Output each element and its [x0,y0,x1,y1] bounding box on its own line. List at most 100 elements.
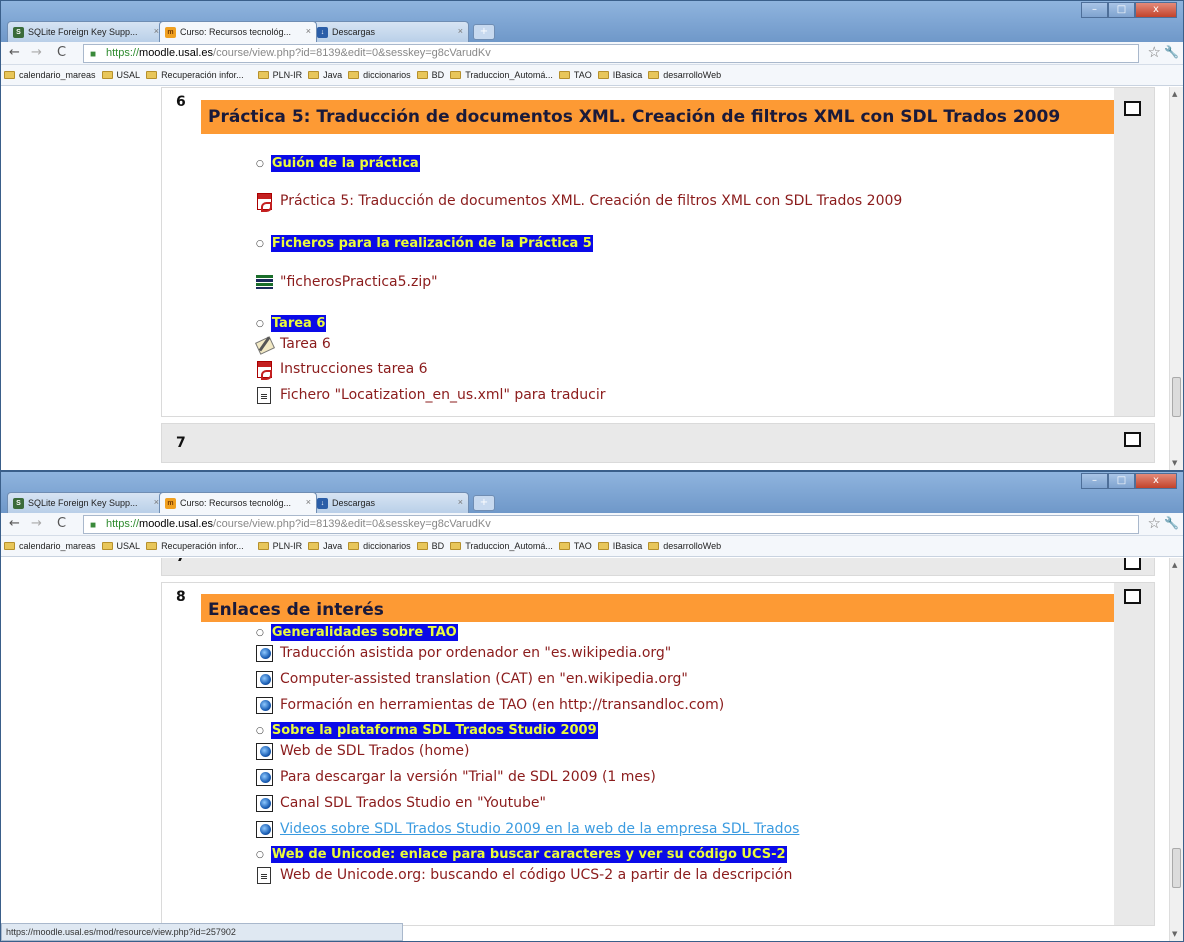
url-link[interactable]: Canal SDL Trados Studio en "Youtube" [254,794,546,812]
resource-link[interactable]: Web de Unicode.org: buscando el código U… [254,866,792,884]
bookmark-folder[interactable]: diccionarios [348,70,411,80]
scroll-up-icon[interactable]: ▲ [1172,561,1177,569]
forward-icon[interactable]: → [31,516,42,531]
assignment-icon [254,335,274,353]
scroll-down-icon[interactable]: ▼ [1172,459,1177,467]
section-number: 7 [176,558,186,565]
resource-link[interactable]: Instrucciones tarea 6 [254,360,428,380]
tab-close-icon[interactable]: × [458,497,463,507]
maximize-button[interactable]: □ [1108,473,1135,489]
new-tab-button[interactable]: + [473,495,495,511]
url-link-visited[interactable]: Videos sobre SDL Trados Studio 2009 en l… [254,820,799,838]
url-link[interactable]: Para descargar la versión "Trial" de SDL… [254,768,656,786]
highlight-section-toggle[interactable] [1124,558,1141,570]
tab-close-icon[interactable]: × [458,26,463,36]
url-link[interactable]: Computer-assisted translation (CAT) en "… [254,670,688,688]
new-tab-button[interactable]: + [473,24,495,40]
folder-icon [348,542,360,550]
url-link[interactable]: Web de SDL Trados (home) [254,742,469,760]
tab-close-icon[interactable]: × [306,26,311,36]
bookmark-folder[interactable]: calendario_mareas [4,70,96,80]
tab-strip: S SQLite Foreign Key Supp... × m Curso: Rec… [7,492,495,513]
bookmark-folder[interactable]: Traduccion_Automá... [450,541,553,551]
scroll-down-icon[interactable]: ▼ [1172,930,1177,938]
bookmark-folder[interactable]: Recuperación infor... [146,541,244,551]
highlight-section-toggle[interactable] [1124,101,1141,116]
bookmark-folder[interactable]: diccionarios [348,541,411,551]
scroll-thumb[interactable] [1172,377,1181,417]
tab-sqlite[interactable]: S SQLite Foreign Key Supp... × [7,21,165,42]
bullet-icon: ○ [256,627,264,638]
back-icon[interactable]: ← [9,516,20,531]
wrench-menu-icon[interactable]: 🔧 [1164,516,1179,530]
tab-moodle-course[interactable]: m Curso: Recursos tecnológ... × [159,21,317,42]
sqlite-favicon-icon: S [13,497,24,509]
bookmark-folder[interactable]: TAO [558,70,592,80]
bookmark-folder[interactable]: desarrolloWeb [648,541,721,551]
downloads-favicon-icon: ↓ [317,26,328,38]
folder-icon [450,542,462,550]
section-number: 6 [176,94,186,110]
bookmark-folder[interactable]: Java [308,70,342,80]
bookmark-folder[interactable]: Recuperación infor... [146,70,244,80]
lock-icon: ■ [90,520,97,531]
bookmark-folder[interactable]: BD [416,541,444,551]
folder-icon [308,542,320,550]
assignment-link[interactable]: Tarea 6 [254,335,331,353]
web-link-icon [254,768,274,786]
bookmark-folder[interactable]: IBasica [597,541,643,551]
bookmark-folder[interactable]: Java [308,541,342,551]
bookmark-star-icon[interactable]: ☆ [1148,514,1161,532]
bookmark-folder[interactable]: Traduccion_Automá... [450,70,553,80]
resource-link[interactable]: "ficherosPractica5.zip" [254,273,438,291]
address-bar[interactable]: ■ https://moodle.usal.es/course/view.php… [83,44,1139,63]
bookmark-folder[interactable]: USAL [101,70,140,80]
bookmark-folder[interactable]: desarrolloWeb [648,70,721,80]
tab-moodle-course[interactable]: m Curso: Recursos tecnológ... × [159,492,317,513]
document-icon [254,866,274,884]
minimize-button[interactable]: – [1081,2,1108,18]
reload-icon[interactable]: C [57,45,66,60]
url-link[interactable]: Formación en herramientas de TAO (en htt… [254,696,724,714]
bookmark-folder[interactable]: TAO [558,541,592,551]
folder-icon [558,542,570,550]
url-link[interactable]: Traducción asistida por ordenador en "es… [254,644,671,662]
reload-icon[interactable]: C [57,516,66,531]
resource-link[interactable]: Práctica 5: Traducción de documentos XML… [254,192,902,212]
topic-label: Web de Unicode: enlace para buscar carac… [270,846,787,863]
bookmark-label: Traduccion_Automá... [465,70,553,80]
bookmark-label: desarrolloWeb [663,70,722,80]
resource-link[interactable]: Fichero "Locatization_en_us.xml" para tr… [254,386,606,404]
course-section-6: 6 Práctica 5: Traducción de documentos X… [161,87,1155,417]
vertical-scrollbar[interactable]: ▲ ▼ [1169,87,1183,470]
bookmark-star-icon[interactable]: ☆ [1148,43,1161,61]
forward-icon[interactable]: → [31,45,42,60]
scroll-thumb[interactable] [1172,848,1181,888]
address-bar[interactable]: ■ https://moodle.usal.es/course/view.php… [83,515,1139,534]
close-window-button[interactable]: x [1135,2,1177,18]
bookmark-folder[interactable]: USAL [101,541,140,551]
tab-downloads[interactable]: ↓ Descargas × [311,492,469,513]
highlight-section-toggle[interactable] [1124,432,1141,447]
bookmark-label: TAO [573,70,592,80]
scroll-up-icon[interactable]: ▲ [1172,90,1177,98]
bookmark-folder[interactable]: BD [416,70,444,80]
bookmark-folder[interactable]: calendario_mareas [4,541,96,551]
tab-sqlite[interactable]: S SQLite Foreign Key Supp... × [7,492,165,513]
bookmark-folder[interactable]: IBasica [597,70,643,80]
highlight-section-toggle[interactable] [1124,589,1141,604]
bookmark-folder[interactable]: PLN-IR [257,70,302,80]
bookmark-label: IBasica [612,541,643,551]
back-icon[interactable]: ← [9,45,20,60]
folder-icon [4,71,15,79]
lock-icon: ■ [90,49,97,60]
vertical-scrollbar[interactable]: ▲ ▼ [1169,558,1183,941]
tab-close-icon[interactable]: × [306,497,311,507]
bookmark-folder[interactable]: PLN-IR [257,541,302,551]
tab-downloads[interactable]: ↓ Descargas × [311,21,469,42]
minimize-button[interactable]: – [1081,473,1108,489]
close-window-button[interactable]: x [1135,473,1177,489]
maximize-button[interactable]: □ [1108,2,1135,18]
wrench-menu-icon[interactable]: 🔧 [1164,45,1179,59]
bookmark-label: IBasica [612,70,643,80]
